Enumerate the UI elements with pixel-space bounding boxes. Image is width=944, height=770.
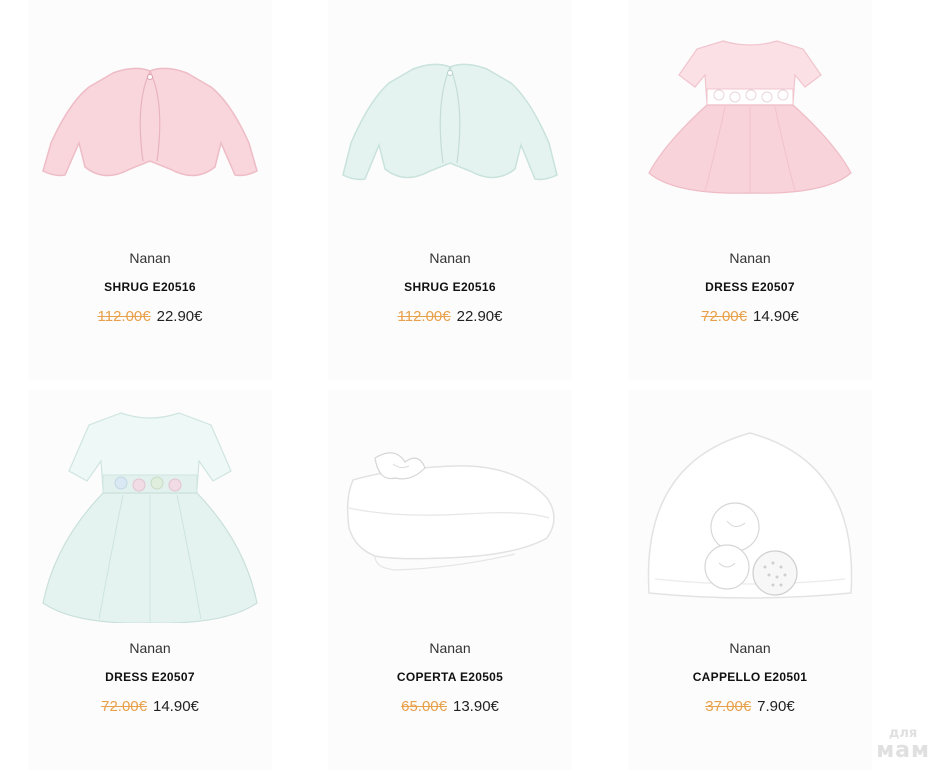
sale-price: 13.90€	[453, 698, 499, 715]
old-price: 72.00€	[701, 308, 747, 325]
product-grid: Nanan SHRUG E20516 112.00€ 22.90€ Nanan S…	[0, 0, 944, 770]
product-card[interactable]: Nanan COPERTA E20505 65.00€ 13.90€	[328, 390, 572, 770]
product-card[interactable]: Nanan DRESS E20507 72.00€ 14.90€	[628, 0, 872, 380]
product-title[interactable]: COPERTA E20505	[328, 670, 572, 684]
old-price: 37.00€	[705, 698, 752, 715]
white-hat-image	[647, 432, 853, 599]
product-title[interactable]: SHRUG E20516	[28, 280, 272, 294]
product-image[interactable]	[328, 0, 572, 236]
sale-price: 22.90€	[156, 308, 203, 325]
product-image[interactable]	[28, 390, 272, 626]
product-prices: 72.00€ 14.90€	[28, 698, 272, 715]
site-watermark: для мам	[876, 727, 930, 762]
product-image[interactable]	[328, 390, 572, 626]
white-blanket-image	[346, 452, 555, 571]
sale-price: 14.90€	[753, 308, 799, 325]
product-card[interactable]: Nanan SHRUG E20516 112.00€ 22.90€	[28, 0, 272, 380]
product-card[interactable]: Nanan SHRUG E20516 112.00€ 22.90€	[328, 0, 572, 380]
sale-price: 7.90€	[757, 698, 795, 715]
product-title[interactable]: DRESS E20507	[28, 670, 272, 684]
product-brand: Nanan	[429, 640, 471, 656]
product-brand: Nanan	[129, 640, 171, 656]
watermark-bottom: мам	[876, 738, 930, 763]
product-image[interactable]	[628, 0, 872, 236]
old-price: 65.00€	[401, 698, 447, 715]
product-prices: 72.00€ 14.90€	[628, 308, 872, 325]
product-image[interactable]	[628, 390, 872, 626]
sale-price: 22.90€	[456, 308, 503, 325]
old-price: 72.00€	[101, 698, 147, 715]
product-prices: 65.00€ 13.90€	[328, 698, 572, 715]
product-card[interactable]: Nanan DRESS E20507 72.00€ 14.90€	[28, 390, 272, 770]
product-card[interactable]: Nanan CAPPELLO E20501 37.00€ 7.90€	[628, 390, 872, 770]
product-title[interactable]: DRESS E20507	[628, 280, 872, 294]
mint-tulle-dress-image	[42, 412, 258, 623]
product-brand: Nanan	[129, 250, 171, 266]
old-price: 112.00€	[397, 308, 451, 325]
product-brand: Nanan	[429, 250, 471, 266]
pink-tulle-dress-image	[648, 40, 852, 194]
product-prices: 112.00€ 22.90€	[28, 308, 272, 325]
product-prices: 37.00€ 7.90€	[628, 698, 872, 715]
product-title[interactable]: CAPPELLO E20501	[628, 670, 872, 684]
product-brand: Nanan	[729, 640, 771, 656]
product-title[interactable]: SHRUG E20516	[328, 280, 572, 294]
product-image[interactable]	[28, 0, 272, 236]
product-prices: 112.00€ 22.90€	[328, 308, 572, 325]
sale-price: 14.90€	[153, 698, 199, 715]
old-price: 112.00€	[97, 308, 151, 325]
mint-shrug-image	[342, 63, 558, 181]
product-brand: Nanan	[729, 250, 771, 266]
pink-shrug-image	[42, 67, 258, 177]
